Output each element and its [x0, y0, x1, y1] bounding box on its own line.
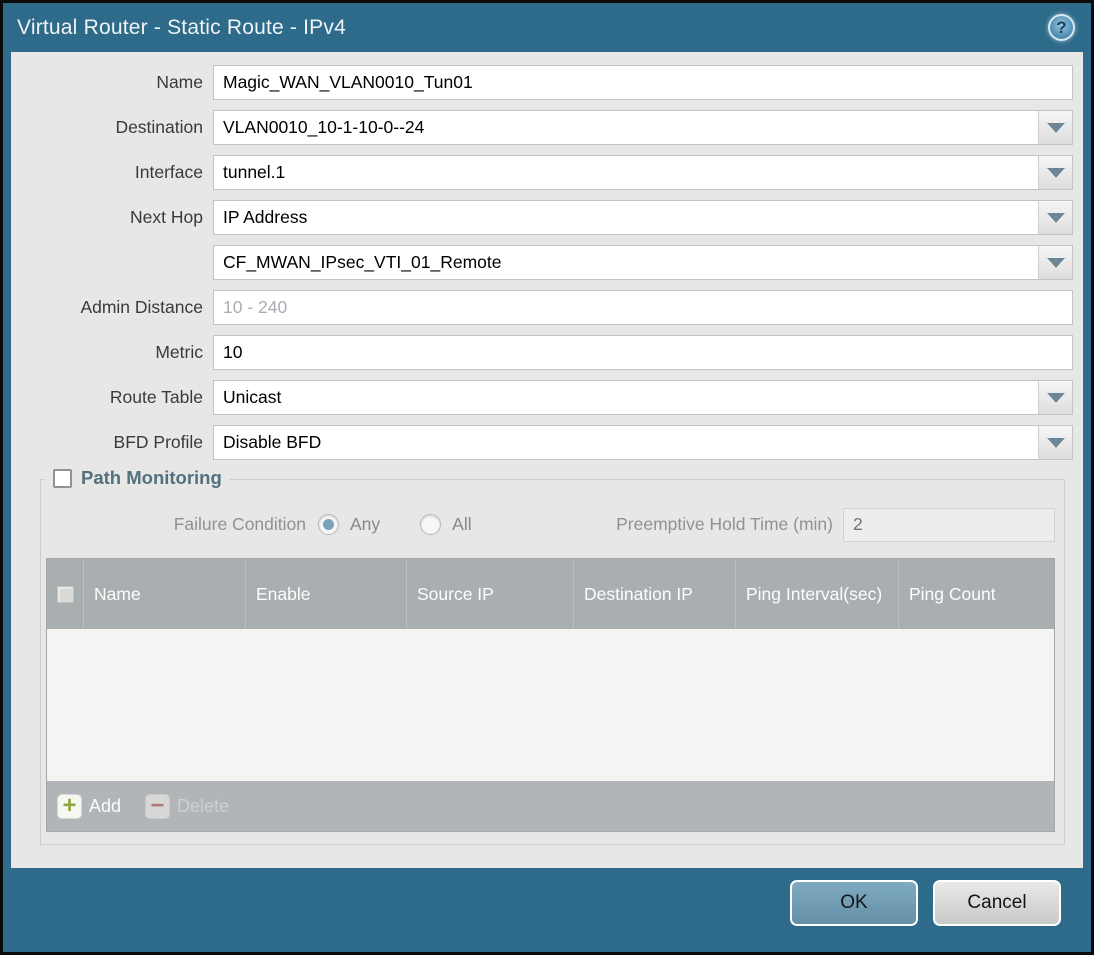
column-header-name[interactable]: Name [83, 559, 245, 629]
next-hop-address-row [21, 245, 1073, 280]
name-label: Name [156, 72, 203, 92]
path-monitoring-title: Path Monitoring [81, 467, 222, 488]
delete-button[interactable]: − Delete [145, 793, 230, 819]
add-button-label: Add [89, 795, 122, 816]
dialog-titlebar: Virtual Router - Static Route - IPv4 ? [3, 3, 1091, 52]
chevron-down-icon [1046, 122, 1065, 133]
table-toolbar: + Add − Delete [47, 781, 1054, 831]
add-icon: + [57, 793, 82, 819]
admin-distance-row: Admin Distance [21, 290, 1073, 325]
metric-input[interactable] [213, 335, 1073, 370]
route-table-dropdown-button[interactable] [1038, 381, 1072, 414]
chevron-down-icon [1046, 212, 1065, 223]
bfd-profile-row: BFD Profile [21, 425, 1073, 460]
preemptive-hold-time-label: Preemptive Hold Time (min) [616, 514, 833, 534]
chevron-down-icon [1046, 257, 1065, 268]
chevron-down-icon [1046, 167, 1065, 178]
column-header-destination-ip[interactable]: Destination IP [573, 559, 735, 629]
path-monitoring-table: Name Enable Source IP Destination IP Pin… [46, 558, 1055, 832]
preemptive-hold-time-input[interactable] [843, 507, 1055, 542]
bfd-profile-dropdown-button[interactable] [1038, 426, 1072, 459]
destination-dropdown-button[interactable] [1038, 111, 1072, 144]
destination-label: Destination [115, 117, 203, 137]
name-row: Name [21, 65, 1073, 100]
column-header-enable[interactable]: Enable [245, 559, 406, 629]
metric-row: Metric [21, 335, 1073, 370]
delete-icon: − [145, 793, 171, 819]
dialog-content: Name Destination Interface [11, 52, 1083, 868]
failure-condition-all-radio[interactable] [420, 514, 442, 535]
column-header-source-ip[interactable]: Source IP [406, 559, 573, 629]
name-input[interactable] [213, 65, 1073, 100]
add-button[interactable]: + Add [57, 793, 122, 819]
destination-input[interactable] [213, 110, 1073, 145]
failure-condition-all-label: All [452, 514, 472, 534]
table-header-row: Name Enable Source IP Destination IP Pin… [47, 559, 1054, 629]
select-all-checkbox[interactable] [56, 585, 74, 603]
failure-condition-row: Failure Condition Any All Preemptive Hol… [46, 507, 1055, 542]
select-all-cell [47, 559, 83, 629]
static-route-dialog: Virtual Router - Static Route - IPv4 ? N… [3, 3, 1091, 952]
path-monitoring-checkbox[interactable] [53, 468, 72, 488]
next-hop-label: Next Hop [130, 207, 203, 227]
cancel-button[interactable]: Cancel [933, 880, 1061, 926]
delete-button-label: Delete [177, 795, 230, 816]
ok-button[interactable]: OK [790, 880, 918, 926]
failure-condition-any-label: Any [350, 514, 381, 534]
column-header-ping-count[interactable]: Ping Count [898, 559, 1054, 629]
interface-label: Interface [134, 162, 203, 182]
interface-dropdown-button[interactable] [1038, 156, 1072, 189]
path-monitoring-legend: Path Monitoring [45, 467, 230, 489]
route-table-row: Route Table [21, 380, 1073, 415]
failure-condition-label: Failure Condition [173, 514, 306, 534]
next-hop-dropdown-button[interactable] [1038, 201, 1072, 234]
route-table-label: Route Table [109, 387, 203, 407]
dialog-footer: OK Cancel [3, 868, 1091, 952]
chevron-down-icon [1046, 392, 1065, 403]
bfd-profile-label: BFD Profile [113, 432, 203, 452]
next-hop-type-input[interactable] [213, 200, 1073, 235]
path-monitoring-section: Path Monitoring Failure Condition Any Al… [40, 467, 1065, 845]
failure-condition-any-radio[interactable] [318, 514, 339, 535]
help-icon[interactable]: ? [1048, 14, 1075, 41]
interface-row: Interface [21, 155, 1073, 190]
bfd-profile-input[interactable] [213, 425, 1073, 460]
destination-row: Destination [21, 110, 1073, 145]
metric-label: Metric [155, 342, 203, 362]
dialog-title: Virtual Router - Static Route - IPv4 [17, 15, 346, 39]
route-table-input[interactable] [213, 380, 1073, 415]
next-hop-row: Next Hop [21, 200, 1073, 235]
next-hop-address-dropdown-button[interactable] [1038, 246, 1072, 279]
column-header-ping-interval[interactable]: Ping Interval(sec) [735, 559, 898, 629]
interface-input[interactable] [213, 155, 1073, 190]
next-hop-address-spacer [21, 245, 213, 280]
next-hop-address-input[interactable] [213, 245, 1073, 280]
table-body-empty [47, 629, 1054, 781]
admin-distance-input[interactable] [213, 290, 1073, 325]
chevron-down-icon [1046, 437, 1065, 448]
admin-distance-label: Admin Distance [80, 297, 203, 317]
